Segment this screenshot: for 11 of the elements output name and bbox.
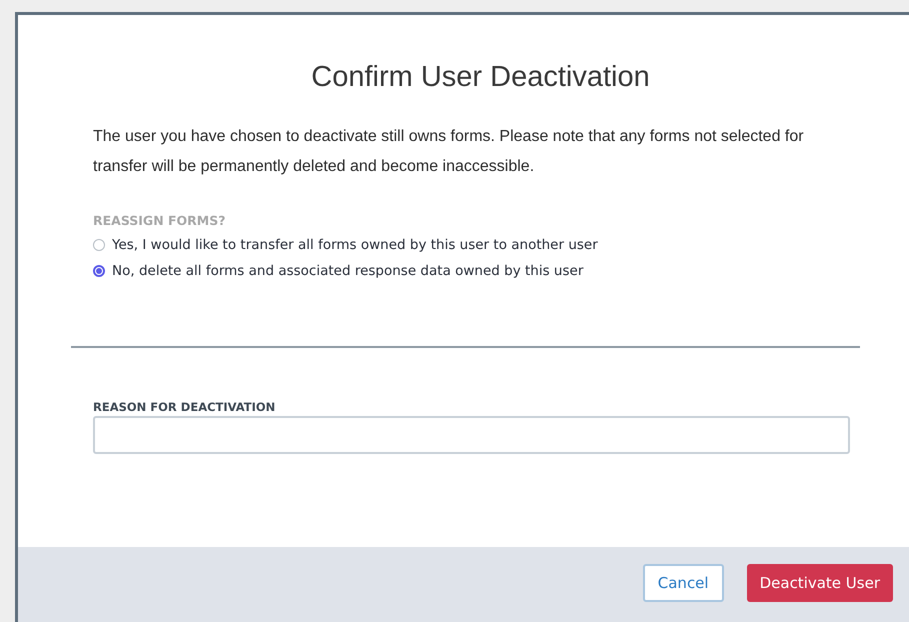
cancel-button[interactable]: Cancel	[642, 564, 724, 602]
radio-button[interactable]	[93, 239, 105, 251]
reason-field[interactable]	[93, 416, 850, 454]
deactivate-button[interactable]: Deactivate User	[746, 564, 893, 602]
section-label: REASSIGN FORMS?	[93, 213, 226, 228]
field-label: REASON FOR DEACTIVATION	[93, 400, 276, 414]
warning-message: The user you have chosen to deactivate still owns forms. Please note that any forms not selected for transfer will be permanently deleted and become inaccessible.	[92, 127, 805, 177]
option-label: No, delete all forms and associated response data owned by this user	[112, 263, 584, 279]
radio-button[interactable]	[93, 265, 105, 277]
option-label: Yes, I would like to transfer all forms owned by this user to another user	[112, 237, 598, 253]
dialog-title: Confirm User Deactivation	[310, 61, 651, 94]
